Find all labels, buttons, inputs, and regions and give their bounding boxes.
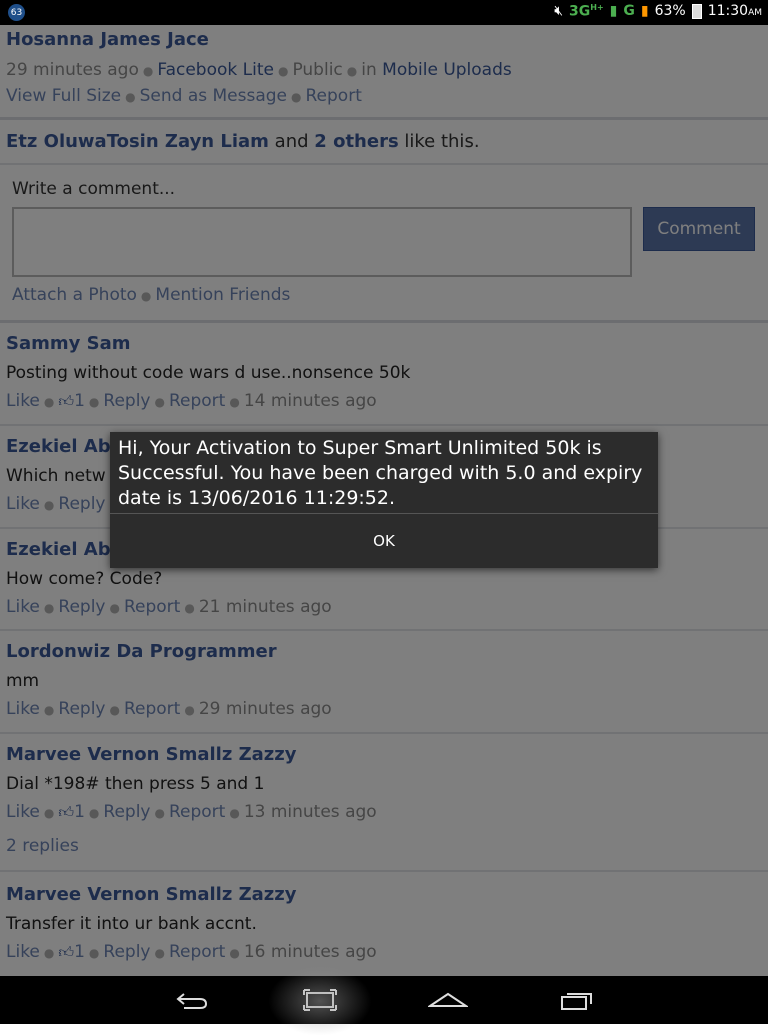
network-3g: 3GH+ <box>569 3 604 20</box>
activation-dialog: Hi, Your Activation to Super Smart Unlim… <box>110 432 658 568</box>
status-icons: 🔇︎ 3GH+ ▮ G ▮ 63% 11:30AM <box>554 3 762 20</box>
mute-icon: 🔇︎ <box>554 3 564 20</box>
back-icon[interactable] <box>162 976 222 1024</box>
signal-icon: ▮ <box>609 3 618 20</box>
status-bar: 63 🔇︎ 3GH+ ▮ G ▮ 63% 11:30AM <box>0 0 768 25</box>
dialog-message: Hi, Your Activation to Super Smart Unlim… <box>118 437 643 509</box>
recent-apps-icon[interactable] <box>547 976 607 1024</box>
navigation-bar <box>0 976 768 1024</box>
notification-count: 63 <box>10 7 23 18</box>
network-g: G <box>623 3 635 20</box>
notification-badge-icon: 63 <box>8 4 25 21</box>
ok-button[interactable]: OK <box>110 514 658 568</box>
signal-icon-2: ▮ <box>640 3 649 20</box>
battery-percent: 63% <box>654 3 686 20</box>
home-icon[interactable] <box>418 976 478 1024</box>
nav-highlight <box>268 966 372 1036</box>
clock: 11:30AM <box>707 3 762 20</box>
battery-icon <box>691 3 702 19</box>
